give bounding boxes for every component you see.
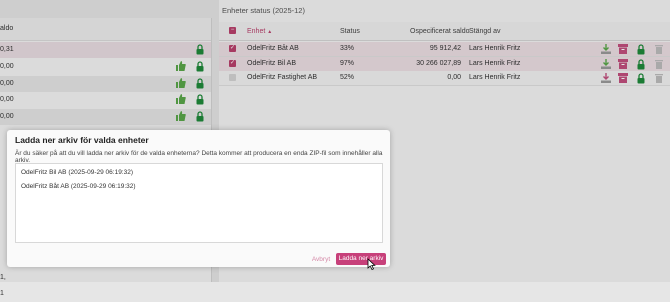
list-item: OdelFritz Båt AB (2025-09-29 06:19:32) bbox=[21, 183, 136, 190]
dialog-message: Är du säker på att du vill ladda ner ark… bbox=[15, 150, 383, 164]
dialog-title: Ladda ner arkiv för valda enheter bbox=[15, 135, 149, 145]
download-archive-button[interactable]: Ladda ner arkiv bbox=[336, 253, 386, 265]
list-item: OdelFritz Bil AB (2025-09-29 06:19:32) bbox=[21, 169, 134, 176]
selected-entities-list[interactable]: OdelFritz Bil AB (2025-09-29 06:19:32) O… bbox=[15, 163, 383, 243]
cursor-icon bbox=[367, 258, 376, 270]
cancel-button[interactable]: Avbryt bbox=[309, 254, 333, 265]
left-row-value: 1 bbox=[0, 290, 4, 297]
download-archive-dialog: Ladda ner arkiv för valda enheter Är du … bbox=[7, 130, 390, 270]
left-row[interactable]: 1 bbox=[0, 286, 211, 302]
